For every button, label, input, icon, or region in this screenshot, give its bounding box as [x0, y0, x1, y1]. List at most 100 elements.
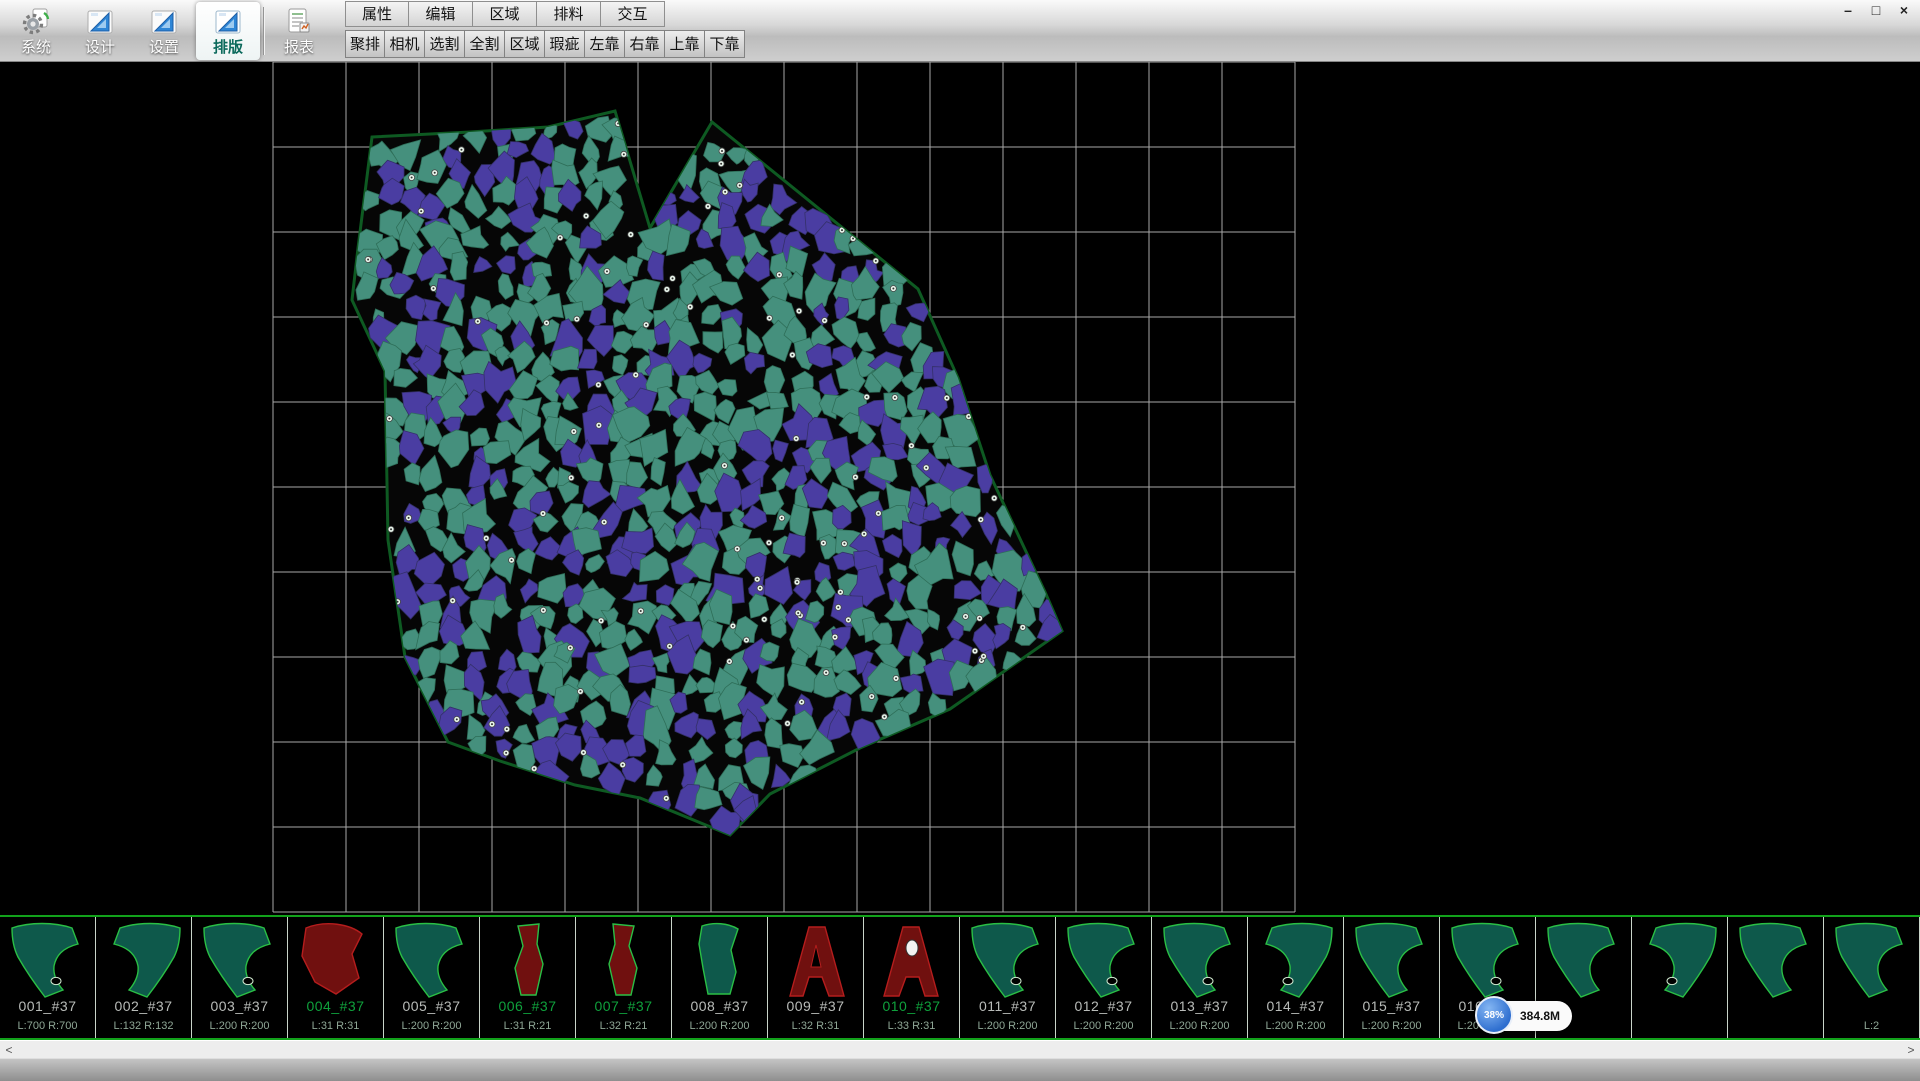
piece-thumbnail-shape — [1152, 920, 1248, 1006]
piece-thumbnail-shape — [0, 920, 96, 1006]
piece-name: 003_#37 — [192, 998, 287, 1014]
thumbnail-panel[interactable]: 010_#37 L:33 R:31 — [864, 917, 960, 1038]
menu-tab-interact[interactable]: 交互 — [601, 1, 665, 27]
piece-name: 004_#37 — [288, 998, 383, 1014]
thumbnail-panel[interactable]: 013_#37 L:200 R:200 — [1152, 917, 1248, 1038]
piece-name: 002_#37 — [96, 998, 191, 1014]
thumbnail-panel[interactable]: 015_#37 L:200 R:200 — [1344, 917, 1440, 1038]
scroll-right-arrow[interactable]: > — [1902, 1043, 1920, 1057]
menu-row: 属性 编辑 区域 排料 交互 — [345, 1, 665, 27]
nav-settings-button[interactable]: 设置 — [132, 2, 196, 60]
thumbnail-panel[interactable]: 011_#37 L:200 R:200 — [960, 917, 1056, 1038]
piece-name: 008_#37 — [672, 998, 767, 1014]
tool-defect[interactable]: 瑕疵 — [545, 30, 585, 58]
nav-system-label: 系统 — [21, 39, 51, 56]
scroll-track[interactable] — [18, 1041, 1902, 1058]
nav-design-label: 设计 — [85, 39, 115, 56]
horizontal-scrollbar[interactable]: < > — [0, 1040, 1920, 1058]
menu-tab-properties[interactable]: 属性 — [345, 1, 409, 27]
piece-thumbnail-shape — [1248, 920, 1344, 1006]
piece-name: 011_#37 — [960, 998, 1055, 1014]
minimize-button[interactable]: – — [1840, 3, 1856, 19]
piece-lr-count: L:32 R:31 — [768, 1020, 863, 1032]
piece-thumbnail-shape — [1056, 920, 1152, 1006]
piece-lr-count: L:200 R:200 — [1344, 1020, 1439, 1032]
nav-design-button[interactable]: 设计 — [68, 2, 132, 60]
nav-layout-label: 排版 — [213, 39, 243, 56]
system-gear-icon — [21, 7, 51, 37]
piece-name: 010_#37 — [864, 998, 959, 1014]
piece-thumbnail-shape — [192, 920, 288, 1006]
piece-name: 014_#37 — [1248, 998, 1343, 1014]
settings-ruler-icon — [149, 7, 179, 37]
menu-tab-nesting[interactable]: 排料 — [537, 1, 601, 27]
nav-report-button[interactable]: 报表 — [267, 2, 331, 60]
piece-lr-count: L:200 R:200 — [384, 1020, 479, 1032]
thumbnail-panel[interactable]: 003_#37 L:200 R:200 — [192, 917, 288, 1038]
nav-report-label: 报表 — [284, 39, 314, 56]
thumbnail-panel[interactable]: 009_#37 L:32 R:31 — [768, 917, 864, 1038]
thumbnail-panel[interactable] — [1728, 917, 1824, 1038]
app-nav: 系统 设计 设置 — [4, 1, 331, 61]
piece-lr-count: L:33 R:31 — [864, 1020, 959, 1032]
piece-lr-count: L:200 R:200 — [1248, 1020, 1343, 1032]
piece-thumbnail-shape — [1440, 920, 1536, 1006]
close-button[interactable]: × — [1896, 3, 1912, 19]
design-ruler-icon — [85, 7, 115, 37]
layout-ruler-icon — [213, 7, 243, 37]
piece-thumbnail-shape — [384, 920, 480, 1006]
toolbar: 系统 设计 设置 — [0, 0, 1920, 62]
thumbnail-panel[interactable]: 014_#37 L:200 R:200 — [1248, 917, 1344, 1038]
tool-select-cut[interactable]: 选割 — [425, 30, 465, 58]
thumbnail-panel[interactable]: 012_#37 L:200 R:200 — [1056, 917, 1152, 1038]
piece-name: 013_#37 — [1152, 998, 1247, 1014]
nesting-canvas[interactable] — [0, 62, 1920, 915]
tool-camera[interactable]: 相机 — [385, 30, 425, 58]
pieces-strip: 38% 384.8M 001_#37 L:700 R:700 002_#37 L… — [0, 915, 1920, 1040]
piece-name: 015_#37 — [1344, 998, 1439, 1014]
menu-tab-region[interactable]: 区域 — [473, 1, 537, 27]
piece-thumbnail-shape — [1728, 920, 1824, 1006]
tool-region[interactable]: 区域 — [505, 30, 545, 58]
piece-name: 007_#37 — [576, 998, 671, 1014]
thumbnail-panel[interactable] — [1632, 917, 1728, 1038]
thumbnail-panel[interactable]: L:2 — [1824, 917, 1920, 1038]
piece-thumbnail-shape — [288, 920, 384, 1006]
tool-align-left[interactable]: 左靠 — [585, 30, 625, 58]
piece-thumbnail-shape — [1824, 920, 1920, 1006]
piece-lr-count: L:132 R:132 — [96, 1020, 191, 1032]
nav-system-button[interactable]: 系统 — [4, 2, 68, 60]
piece-thumbnail-shape — [1536, 920, 1632, 1006]
memory-value: 384.8M — [1520, 1009, 1560, 1023]
piece-thumbnail-shape — [960, 920, 1056, 1006]
piece-lr-count: L:200 R:200 — [960, 1020, 1055, 1032]
tool-align-top[interactable]: 上靠 — [665, 30, 705, 58]
piece-thumbnail-shape — [96, 920, 192, 1006]
maximize-button[interactable]: □ — [1868, 3, 1884, 19]
thumbnail-panel[interactable]: 005_#37 L:200 R:200 — [384, 917, 480, 1038]
tool-align-right[interactable]: 右靠 — [625, 30, 665, 58]
thumbnail-panel[interactable]: 002_#37 L:132 R:132 — [96, 917, 192, 1038]
piece-name: 005_#37 — [384, 998, 479, 1014]
tool-align-bottom[interactable]: 下靠 — [705, 30, 745, 58]
progress-circle: 38% — [1475, 996, 1513, 1034]
thumbnail-panel[interactable]: 008_#37 L:200 R:200 — [672, 917, 768, 1038]
piece-name: 006_#37 — [480, 998, 575, 1014]
piece-thumbnail-shape — [1344, 920, 1440, 1006]
tool-cut-all[interactable]: 全割 — [465, 30, 505, 58]
piece-lr-count: L:32 R:21 — [576, 1020, 671, 1032]
piece-thumbnail-shape — [1632, 920, 1728, 1006]
piece-thumbnail-shape — [672, 920, 768, 1006]
tool-cluster-nest[interactable]: 聚排 — [345, 30, 385, 58]
thumbnail-panel[interactable]: 006_#37 L:31 R:21 — [480, 917, 576, 1038]
thumbnail-panel[interactable]: 001_#37 L:700 R:700 — [0, 917, 96, 1038]
piece-name: 012_#37 — [1056, 998, 1151, 1014]
scroll-left-arrow[interactable]: < — [0, 1043, 18, 1057]
nav-layout-button[interactable]: 排版 — [196, 2, 260, 60]
window-controls: – □ × — [1840, 3, 1912, 19]
thumbnail-panel[interactable]: 007_#37 L:32 R:21 — [576, 917, 672, 1038]
piece-lr-count: L:200 R:200 — [1056, 1020, 1151, 1032]
thumbnail-panel[interactable]: 004_#37 L:31 R:31 — [288, 917, 384, 1038]
menu-tab-edit[interactable]: 编辑 — [409, 1, 473, 27]
report-doc-icon — [284, 7, 314, 37]
